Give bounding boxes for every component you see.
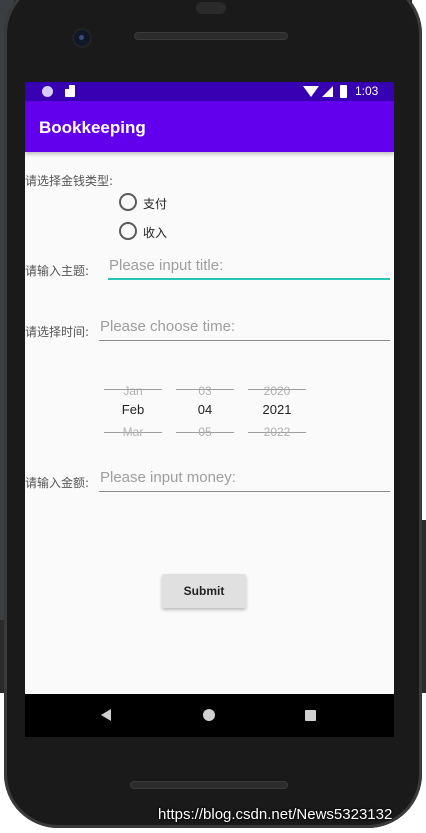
earpiece-speaker [134, 32, 288, 40]
device-screen: 1:03 Bookkeeping 请选择金钱类型: 支付 收入 请输入主题: P… [25, 82, 394, 694]
radio-income-label[interactable]: 收入 [143, 224, 167, 241]
time-label: 请选择时间: [25, 325, 90, 339]
month-prev[interactable]: Jan [104, 384, 162, 398]
battery-icon [340, 85, 347, 98]
money-input[interactable]: Please input money: [99, 468, 390, 492]
day-prev[interactable]: 03 [176, 384, 234, 398]
sd-card-icon [65, 85, 75, 97]
app-title: Bookkeeping [39, 118, 146, 137]
money-label: 请输入金额: [25, 476, 90, 490]
day-selected[interactable]: 04 [176, 402, 234, 417]
month-divider-top [104, 389, 162, 390]
back-icon[interactable] [101, 709, 111, 721]
money-placeholder: Please input money: [100, 469, 236, 486]
year-next[interactable]: 2022 [248, 425, 306, 439]
day-spinner[interactable]: 03 04 05 [176, 382, 234, 440]
signal-icon [322, 86, 333, 97]
day-next[interactable]: 05 [176, 425, 234, 439]
app-bar: Bookkeeping [25, 101, 394, 152]
title-label: 请输入主题: [25, 264, 90, 278]
status-bar: 1:03 [25, 82, 394, 101]
time-placeholder: Please choose time: [100, 318, 236, 335]
notification-dot-icon [42, 86, 53, 97]
navigation-bar [25, 694, 394, 737]
year-prev[interactable]: 2020 [248, 384, 306, 398]
bottom-speaker [130, 781, 288, 789]
year-spinner[interactable]: 2020 2021 2022 [248, 382, 306, 440]
recent-apps-icon[interactable] [305, 710, 316, 721]
wifi-icon [303, 86, 319, 97]
month-next[interactable]: Mar [104, 425, 162, 439]
status-time: 1:03 [355, 84, 379, 98]
time-input[interactable]: Please choose time: [99, 317, 390, 341]
money-type-label: 请选择金钱类型: [25, 174, 114, 188]
year-selected[interactable]: 2021 [248, 402, 306, 417]
month-spinner[interactable]: Jan Feb Mar [104, 382, 162, 440]
radio-income[interactable] [119, 222, 137, 240]
watermark: https://blog.csdn.net/News5323132 [158, 806, 393, 823]
month-selected[interactable]: Feb [104, 402, 162, 417]
submit-button[interactable]: Submit [162, 574, 246, 608]
radio-pay-label[interactable]: 支付 [143, 195, 167, 212]
phone-sensor [196, 2, 226, 14]
front-camera [74, 30, 90, 46]
day-divider-top [176, 389, 234, 390]
home-icon[interactable] [203, 709, 215, 721]
title-input[interactable]: Please input title: [108, 256, 390, 280]
title-placeholder: Please input title: [109, 257, 224, 274]
radio-pay[interactable] [119, 193, 137, 211]
year-divider-top [248, 389, 306, 390]
